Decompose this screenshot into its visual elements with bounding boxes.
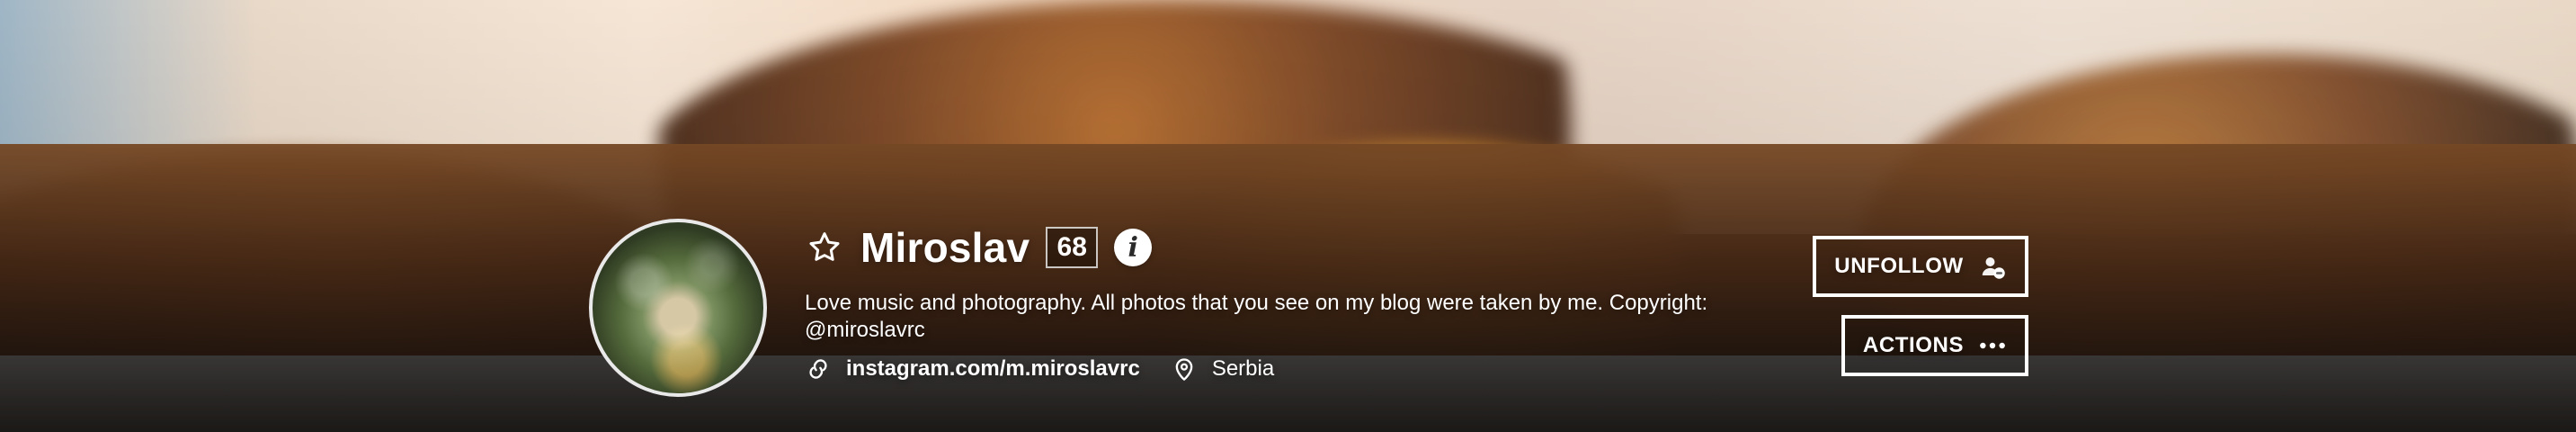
avatar[interactable] — [589, 219, 767, 397]
profile-meta: instagram.com/m.miroslavrc Serbia — [805, 356, 1274, 382]
avatar-photo — [593, 222, 763, 393]
actions-label: ACTIONS — [1862, 333, 1965, 357]
unfollow-button[interactable]: UNFOLLOW — [1813, 236, 2028, 297]
unfollow-label: UNFOLLOW — [1834, 254, 1964, 278]
cover-overlay — [0, 0, 2576, 432]
profile-website-link[interactable]: instagram.com/m.miroslavrc — [846, 356, 1140, 382]
profile-website[interactable]: instagram.com/m.miroslavrc — [805, 356, 1140, 382]
profile-name: Miroslav — [860, 224, 1030, 271]
actions-button[interactable]: ACTIONS — [1841, 315, 2028, 376]
profile-name-row: Miroslav 68 i — [805, 220, 1153, 274]
profile-location: Serbia — [1171, 356, 1274, 382]
profile-score-badge: 68 — [1046, 227, 1099, 268]
profile-cover — [0, 0, 2576, 432]
location-pin-icon — [1171, 356, 1198, 382]
info-icon[interactable]: i — [1114, 229, 1153, 266]
link-icon — [805, 356, 832, 382]
ellipsis-icon — [1978, 331, 2007, 360]
profile-bio: Love music and photography. All photos t… — [805, 291, 1708, 342]
user-remove-icon — [1978, 252, 2007, 281]
star-icon[interactable] — [805, 228, 844, 267]
profile-location-text: Serbia — [1211, 356, 1275, 381]
